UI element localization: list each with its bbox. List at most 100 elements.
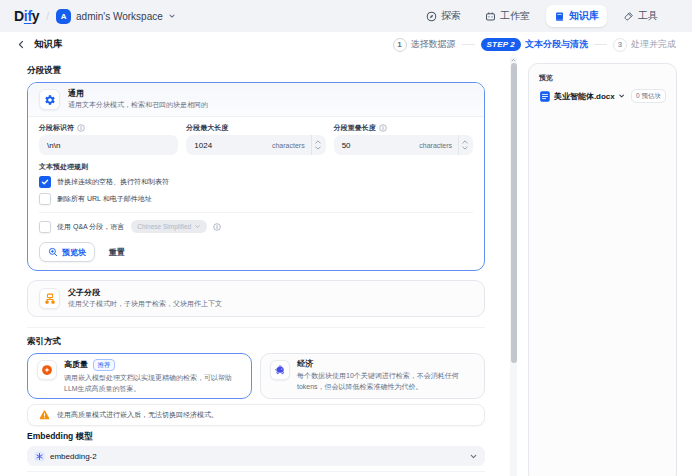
stepper-down-icon (462, 146, 468, 150)
field-max-length-label: 分段最大长度 (186, 123, 325, 132)
embedding-title: Embedding 模型 (27, 431, 485, 442)
docx-file-icon (539, 90, 551, 103)
back-label: 知识库 (34, 38, 63, 51)
preview-title: 预览 (539, 73, 666, 83)
parent-child-mode-card[interactable]: 父子分段 使用父子模式时，子块用于检索，父块用作上下文 (27, 280, 485, 317)
max-length-stepper[interactable] (311, 135, 324, 155)
step-1: 1 选择数据源 (393, 38, 456, 52)
embedding-model-value: embedding-2 (50, 452, 97, 461)
logo-separator: / (46, 11, 49, 22)
workspace-name: admin's Workspace (76, 11, 163, 22)
parent-child-title: 父子分段 (68, 288, 222, 298)
nav-tools-label: 工具 (638, 9, 658, 23)
step-1-number: 1 (393, 38, 407, 52)
scrollbar-thumb[interactable] (511, 63, 517, 363)
piggy-bank-icon (274, 364, 286, 376)
nav-explore[interactable]: 探索 (418, 5, 469, 27)
step-2-label: 文本分段与清洗 (525, 38, 588, 51)
back-button[interactable]: 知识库 (16, 38, 63, 51)
main-nav: 探索 工作室 知识库 工具 (418, 5, 666, 27)
checkbox-unchecked[interactable] (39, 193, 51, 205)
stepper-up-icon (462, 140, 468, 144)
scrollbar-up-arrow[interactable] (511, 58, 516, 62)
nav-studio[interactable]: 工作室 (477, 5, 538, 27)
wizard-steps: 1 选择数据源 STEP 2 文本分段与清洗 3 处理并完成 (393, 38, 676, 52)
option-economical[interactable]: 经济 每个数据块使用10个关键词进行检索，不会消耗任何tokens，但会以降低检… (260, 353, 485, 399)
step-separator (462, 44, 475, 45)
nav-knowledge-label: 知识库 (569, 9, 599, 23)
rule-remove-urls-label: 删除所有 URL 和电子邮件地址 (57, 193, 152, 205)
overlap-input[interactable]: 50 characters (334, 135, 473, 155)
general-description: 通用文本分块模式，检索和召回的块是相同的 (68, 100, 208, 110)
workspace-switcher[interactable]: A admin's Workspace (56, 9, 176, 24)
rule-replace-whitespace[interactable]: 替换掉连续的空格、换行符和制表符 (39, 176, 473, 188)
parent-child-text: 父子分段 使用父子模式时，子块用于检索，父块用作上下文 (68, 288, 222, 309)
knowledge-icon (554, 11, 565, 22)
info-icon (213, 223, 221, 231)
overlap-value: 50 (342, 141, 351, 150)
logo-d: D (14, 8, 24, 24)
chevron-down-icon[interactable] (618, 92, 625, 100)
nav-knowledge[interactable]: 知识库 (546, 5, 607, 27)
general-actions: 预览块 重置 (39, 242, 473, 262)
max-length-input[interactable]: 1024 characters (186, 135, 325, 155)
stepper-down-icon (315, 146, 321, 150)
option-high-quality[interactable]: 高质量 推荐 调用嵌入模型处理文档以实现更精确的检索，可以帮助LLM生成高质量的… (27, 353, 252, 399)
overlap-stepper[interactable] (458, 135, 471, 155)
divider (39, 212, 473, 213)
parent-child-description: 使用父子模式时，子块用于检索，父块用作上下文 (68, 299, 222, 309)
subheader: 知识库 1 选择数据源 STEP 2 文本分段与清洗 3 处理并完成 (0, 32, 692, 57)
logo-if: if (24, 8, 32, 24)
general-icon-box (39, 89, 60, 110)
rule-replace-whitespace-label: 替换掉连续的空格、换行符和制表符 (57, 176, 169, 188)
nav-tools[interactable]: 工具 (615, 5, 666, 27)
field-delimiter: 分段标识符 \n\n (39, 123, 178, 155)
high-quality-title-row: 高质量 推荐 (64, 359, 242, 371)
back-arrow-icon (16, 39, 27, 50)
field-max-length: 分段最大长度 1024 characters (186, 123, 325, 155)
workspace-avatar: A (56, 9, 71, 24)
chevron-down-icon (168, 12, 176, 20)
info-icon (379, 124, 387, 132)
high-quality-description: 调用嵌入模型处理文档以实现更精确的检索，可以帮助LLM生成高质量的答案。 (64, 372, 242, 394)
high-quality-text: 高质量 推荐 调用嵌入模型处理文档以实现更精确的检索，可以帮助LLM生成高质量的… (64, 357, 242, 394)
warning-icon (39, 410, 50, 420)
general-mode-card[interactable]: 通用 通用文本分块模式，检索和召回的块是相同的 分段标识符 \n\n 分段最大长… (27, 82, 485, 271)
divider (27, 471, 485, 472)
settings-panel: 分段设置 通用 通用文本分块模式，检索和召回的块是相同的 分段标识符 \n\n (0, 57, 511, 476)
step-1-label: 选择数据源 (411, 38, 456, 51)
section-divider (27, 327, 485, 328)
qa-checkbox[interactable] (39, 221, 51, 233)
parent-child-icon (44, 293, 56, 305)
rule-remove-urls[interactable]: 删除所有 URL 和电子邮件地址 (39, 193, 473, 205)
reset-button[interactable]: 重置 (109, 247, 125, 258)
tools-icon (623, 11, 634, 22)
preview-chunk-button[interactable]: 预览块 (39, 242, 95, 262)
parent-child-icon-box (39, 288, 60, 309)
step-2-badge: STEP 2 (481, 38, 521, 51)
preview-file-name: 美业智能体.docx (554, 91, 615, 102)
embedding-model-icon (34, 451, 45, 462)
logo-y: y (32, 8, 40, 24)
scrollbar-track[interactable] (510, 57, 517, 476)
step-3: 3 处理并完成 (613, 38, 676, 52)
indexing-title: 索引方式 (27, 336, 485, 347)
general-card-body: 分段标识符 \n\n 分段最大长度 1024 characters (28, 117, 484, 270)
dify-logo[interactable]: Dify (14, 8, 39, 24)
nav-explore-label: 探索 (441, 9, 461, 23)
chevron-down-icon (469, 452, 478, 461)
checkbox-checked[interactable] (39, 176, 51, 188)
chevron-down-icon (194, 223, 201, 230)
segmentation-title: 分段设置 (27, 65, 485, 76)
embedding-model-select[interactable]: embedding-2 (27, 446, 485, 466)
economical-icon-box (270, 360, 290, 380)
qa-language-select[interactable]: Chinese Simplified (131, 220, 207, 233)
info-icon (77, 124, 85, 132)
studio-icon (485, 11, 496, 22)
preview-file-row: 美业智能体.docx 0 预估块 (539, 89, 666, 103)
field-overlap-label: 分段重叠长度 (334, 123, 473, 132)
general-title: 通用 (68, 89, 208, 99)
max-length-value: 1024 (194, 141, 212, 150)
delimiter-input[interactable]: \n\n (39, 135, 178, 155)
segment-fields: 分段标识符 \n\n 分段最大长度 1024 characters (39, 123, 473, 155)
